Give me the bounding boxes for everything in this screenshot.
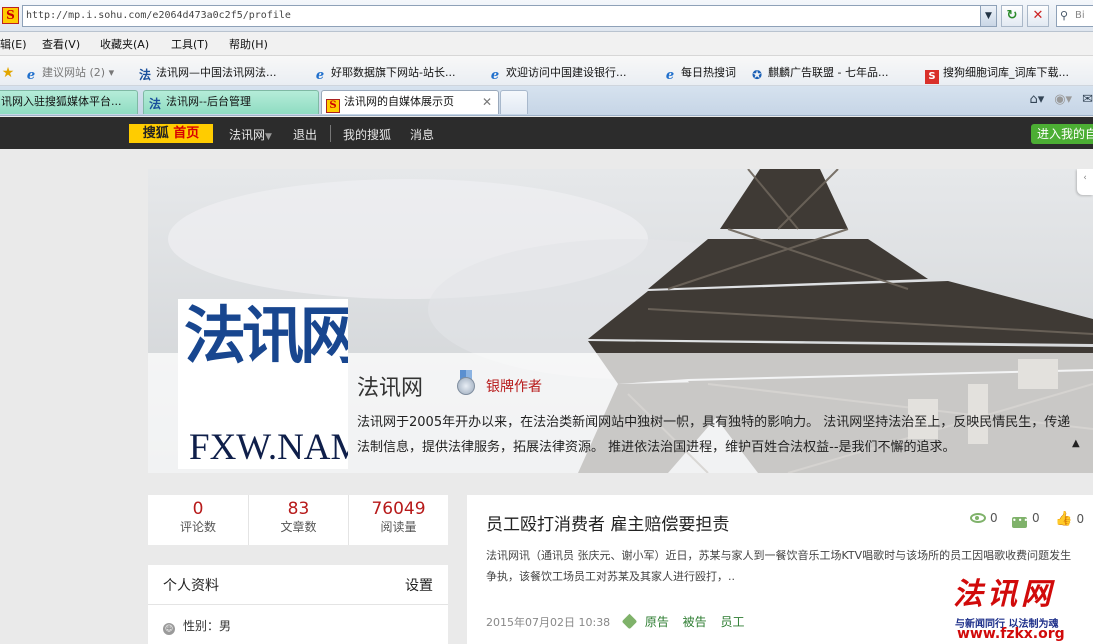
- fav-ccb[interactable]: e 欢迎访问中国建设银行...: [488, 64, 627, 83]
- search-placeholder: Bi: [1075, 10, 1085, 21]
- stop-icon[interactable]: ✕: [1027, 5, 1049, 27]
- site-nav: 搜狐 首页 法讯网▼ 退出 我的搜狐 消息 进入我的自: [0, 117, 1093, 149]
- refresh-icon[interactable]: ↻: [1001, 5, 1023, 27]
- fav-sogou-dict[interactable]: S 搜狗细胞词库_词库下载...: [925, 64, 1069, 84]
- browser-toolbar-right: ⌂▾ ◉▾ ✉: [1019, 92, 1093, 107]
- avatar[interactable]: 法讯网 FXW.NAME: [178, 299, 348, 469]
- comment-icon: •••: [1012, 517, 1028, 528]
- qilin-icon: ✪: [751, 68, 763, 82]
- address-dropdown-icon[interactable]: ▼: [980, 6, 996, 26]
- article-likes[interactable]: 👍 0: [1055, 511, 1084, 527]
- article-tags: 原告 被告 员工: [621, 613, 755, 630]
- fa-icon: 法: [138, 68, 151, 82]
- search-input[interactable]: ⚲ Bi: [1056, 5, 1093, 27]
- nav-logout[interactable]: 退出: [293, 126, 317, 143]
- address-bar: S http://mp.i.sohu.com/e2064d473a0c2f5/p…: [0, 0, 1093, 32]
- menu-tools[interactable]: 工具(T): [171, 36, 208, 52]
- personal-info-header: 个人资料 设置: [148, 565, 448, 605]
- settings-link[interactable]: 设置: [405, 575, 433, 595]
- silver-medal-icon: [455, 370, 477, 398]
- menu-help[interactable]: 帮助(H): [229, 36, 268, 52]
- avatar-logo-text: 法讯网: [184, 299, 348, 372]
- sogou-icon: S: [326, 99, 340, 113]
- rss-icon[interactable]: ◉▾: [1054, 92, 1072, 107]
- fav-fxw-home[interactable]: 法法讯网—中国法讯网法...: [138, 64, 277, 82]
- stat-reads: 76049 阅读量: [348, 495, 448, 545]
- ie-icon: e: [490, 68, 500, 83]
- star-icon: ★: [1, 65, 15, 81]
- eye-icon: [970, 513, 986, 523]
- stat-articles[interactable]: 83 文章数: [248, 495, 348, 545]
- favorites-bar: ★ e 建议网站 (2) ▾ 法法讯网—中国法讯网法... e 好耶数据旗下网站-站…: [0, 56, 1093, 86]
- sogou-icon: S: [925, 70, 939, 84]
- fav-suggested-sites[interactable]: e 建议网站 (2) ▾: [24, 64, 114, 83]
- fav-haoye[interactable]: e 好耶数据旗下网站-站长...: [313, 64, 456, 83]
- nav-my-sohu[interactable]: 我的搜狐: [343, 126, 391, 143]
- article-title[interactable]: 员工殴打消费者 雇主赔偿要担责: [486, 510, 729, 535]
- site-watermark: 法讯网 与新闻同行 以法制为魂 www.fzkx.org: [953, 580, 1093, 644]
- gender-row: ☺ 性别：男: [163, 619, 232, 635]
- tab-sohu-media[interactable]: 讯网入驻搜狐媒体平台...: [0, 90, 138, 114]
- personal-info-title: 个人资料: [163, 578, 219, 594]
- tab-fxw-profile[interactable]: S 法讯网的自媒体展示页 ✕: [321, 90, 499, 114]
- personal-info-card: 个人资料 设置 ☺ 性别：男: [148, 565, 448, 644]
- author-badge: 银牌作者: [486, 379, 542, 395]
- menu-favorites[interactable]: 收藏夹(A): [100, 36, 149, 52]
- search-icon: ⚲: [1060, 9, 1069, 22]
- profile-name: 法讯网: [357, 376, 424, 401]
- menu-bar: 辑(E) 查看(V) 收藏夹(A) 工具(T) 帮助(H): [0, 32, 1093, 56]
- menu-edit[interactable]: 辑(E): [0, 36, 27, 52]
- watermark-url: www.fzkx.org: [957, 626, 1065, 642]
- tag-plaintiff[interactable]: 原告: [645, 615, 669, 629]
- nav-messages[interactable]: 消息: [410, 126, 434, 143]
- tab-bar: 讯网入驻搜狐媒体平台... 法法讯网--后台管理 S 法讯网的自媒体展示页 ✕ ⌂…: [0, 86, 1093, 116]
- banner-edit-tab[interactable]: ‹: [1077, 169, 1093, 195]
- close-tab-icon[interactable]: ✕: [482, 91, 492, 113]
- tab-fxw-admin[interactable]: 法法讯网--后台管理: [143, 90, 319, 114]
- stat-comments: 0 评论数: [179, 499, 216, 534]
- article-views: 0: [970, 511, 998, 525]
- fav-qilin[interactable]: ✪ 麒麟广告联盟 - 七年品...: [750, 64, 888, 82]
- sogou-browser-icon: S: [2, 7, 19, 24]
- smiley-icon: ☺: [163, 623, 175, 635]
- address-input[interactable]: http://mp.i.sohu.com/e2064d473a0c2f5/pro…: [22, 5, 997, 27]
- menu-view[interactable]: 查看(V): [42, 36, 80, 52]
- chevron-down-icon: ▼: [265, 132, 272, 142]
- new-tab-button[interactable]: [500, 90, 528, 114]
- ie-icon: e: [26, 68, 36, 83]
- nav-divider: [330, 125, 331, 142]
- ie-icon: e: [665, 68, 675, 83]
- add-favorite-star[interactable]: ★: [1, 64, 19, 80]
- tag-defendant[interactable]: 被告: [683, 615, 707, 629]
- article-comments[interactable]: ••• 0: [1012, 511, 1040, 528]
- ie-icon: e: [315, 68, 325, 83]
- fav-hot-words[interactable]: e 每日热搜词: [663, 64, 736, 83]
- home-icon[interactable]: ⌂▾: [1029, 92, 1044, 107]
- enter-my-button[interactable]: 进入我的自: [1031, 124, 1093, 144]
- watermark-logo: 法讯网: [953, 577, 1055, 612]
- profile-description: 法讯网于2005年开办以来，在法治类新闻网站中独树一帜，具有独特的影响力。 法讯…: [357, 415, 1071, 455]
- tag-icon: [621, 613, 638, 630]
- stats-panel: 0 评论数 83 文章数 76049 阅读量: [148, 495, 448, 545]
- nav-fxw[interactable]: 法讯网▼: [229, 126, 272, 143]
- collapse-up-icon[interactable]: ▲: [1072, 438, 1080, 449]
- tag-employee[interactable]: 员工: [721, 615, 745, 629]
- mail-icon[interactable]: ✉: [1082, 92, 1093, 107]
- fa-icon: 法: [148, 97, 161, 111]
- thumbs-up-icon: 👍: [1055, 511, 1073, 527]
- avatar-logo-sub: FXW.NAME: [189, 427, 348, 468]
- sohu-home-link[interactable]: 搜狐 首页: [129, 124, 213, 143]
- article-date: 2015年07月02日 10:38: [486, 616, 611, 629]
